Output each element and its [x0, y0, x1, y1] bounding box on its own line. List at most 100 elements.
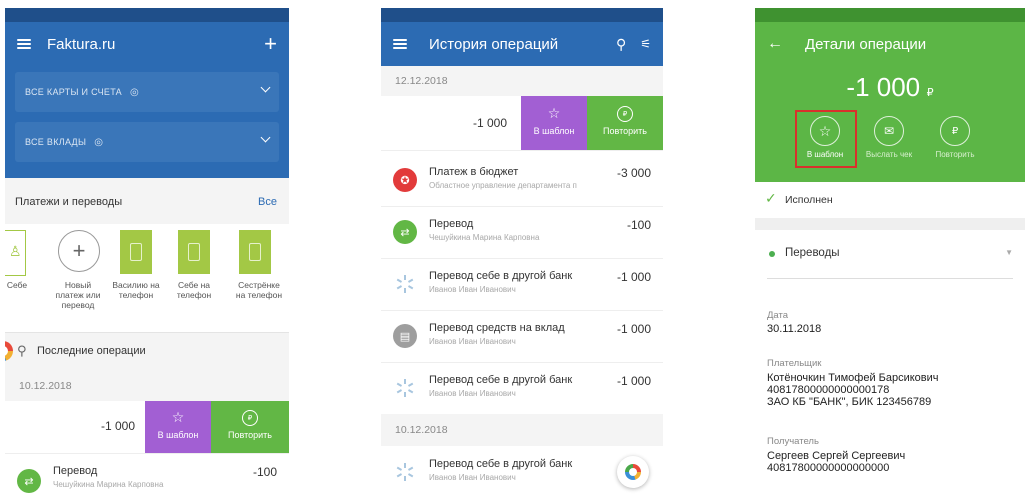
status-text: Исполнен — [785, 194, 833, 206]
category-label: Переводы — [785, 247, 840, 259]
eye-icon[interactable]: ◎ — [94, 137, 103, 148]
repeat-label: Повторить — [603, 126, 647, 136]
all-deposits-dropdown[interactable]: ВСЕ ВКЛАДЫ ◎ — [15, 122, 279, 162]
chevron-down-icon — [260, 132, 271, 143]
date-header: 12.12.2018 — [381, 66, 663, 96]
transfer-icon: ⇄ — [393, 220, 417, 244]
operation-row[interactable]: Перевод себе в другой банк Иванов Иван И… — [381, 362, 663, 415]
operation-row[interactable]: ✪ Платеж в бюджет Областное управление д… — [381, 154, 663, 207]
amount-value: -1 000 — [846, 72, 921, 102]
op-amount: -100 — [626, 218, 651, 232]
payments-title: Платежи и переводы — [15, 196, 123, 208]
eye-icon[interactable]: ◎ — [130, 87, 139, 98]
underline — [767, 278, 1013, 279]
op-sub: Областное управление департамента п — [429, 181, 577, 190]
template-label: В шаблон — [157, 430, 199, 440]
status-bar — [5, 8, 289, 22]
amount-display: -1 000 ₽ — [755, 72, 1025, 103]
template-action[interactable]: ☆ В шаблон — [807, 116, 843, 159]
op-title: Перевод себе в другой банк — [429, 374, 573, 386]
payer-bank: ЗАО КБ "БАНК", БИК 123456789 — [767, 396, 932, 408]
new-payment-button[interactable]: + — [58, 230, 100, 272]
repeat-button[interactable]: ₽ Повторить — [587, 96, 663, 150]
payer-account: 40817800000000000178 — [767, 384, 890, 396]
op-sub: Иванов Иван Иванович — [429, 473, 516, 482]
operation-row[interactable]: ⇄ Перевод Чешуйкина Марина Карповна -100 — [381, 206, 663, 259]
tile-self-phone[interactable] — [178, 230, 210, 274]
date-label: Дата — [767, 310, 789, 321]
op-amount: -3 000 — [616, 166, 651, 180]
tile-vasily[interactable] — [120, 230, 152, 274]
status-row: ✓ Исполнен — [755, 182, 1025, 218]
op-title: Перевод средств на вклад — [429, 322, 565, 334]
spinner-icon — [393, 376, 417, 400]
op-title: Перевод — [429, 218, 474, 230]
tile-self[interactable]: ♙ — [5, 230, 26, 276]
all-cards-label: ВСЕ КАРТЫ И СЧЕТА — [25, 87, 122, 97]
payer-label: Плательщик — [767, 358, 822, 369]
tile-sister[interactable] — [239, 230, 271, 274]
template-button[interactable]: ☆ В шаблон — [145, 401, 211, 453]
template-button[interactable]: ☆ В шаблон — [521, 96, 587, 150]
plus-icon: + — [72, 238, 86, 263]
date-value: 30.11.2018 — [767, 323, 822, 335]
spinner-icon — [393, 272, 417, 296]
send-receipt-action[interactable]: ✉ Выслать чек — [866, 116, 912, 159]
search-icon[interactable]: ⚲ — [17, 343, 27, 359]
op-sub: Иванов Иван Иванович — [429, 285, 516, 294]
status-bar — [755, 8, 1025, 22]
operation-row[interactable]: ⇄ Перевод Чешуйкина Марина Карповна -100 — [5, 455, 289, 502]
send-receipt-label: Выслать чек — [865, 150, 913, 159]
op-title: Платеж в бюджет — [429, 166, 519, 178]
repeat-action[interactable]: ₽ Повторить — [935, 116, 975, 159]
filter-icon[interactable]: ⚟ — [640, 37, 651, 51]
phone-icon — [130, 243, 142, 261]
template-label: В шаблон — [533, 126, 575, 136]
screen-faktura-home: Faktura.ru + ВСЕ КАРТЫ И СЧЕТА ◎ ВСЕ ВКЛ… — [5, 8, 289, 502]
operation-row[interactable]: ▤ Перевод средств на вклад Иванов Иван И… — [381, 310, 663, 363]
recipient-name: Сергеев Сергей Сергеевич — [767, 450, 906, 462]
payer-name: Котёночкин Тимофей Барсикович — [767, 372, 939, 384]
op-title: Перевод — [53, 465, 98, 477]
tile-sister-label: Сестрёнке на телефон — [235, 280, 283, 300]
phone-icon — [188, 243, 200, 261]
tile-self-phone-label: Себе на телефон — [176, 280, 212, 300]
divider — [755, 218, 1025, 230]
repeat-label: Повторить — [228, 430, 272, 440]
operation-row[interactable]: Перевод себе в другой банк Иванов Иван И… — [381, 446, 663, 498]
add-icon[interactable]: + — [264, 31, 277, 57]
operation-row[interactable]: Перевод себе в другой банк Иванов Иван И… — [381, 258, 663, 311]
op-sub: Иванов Иван Иванович — [429, 389, 516, 398]
app-title: Faktura.ru — [47, 35, 116, 53]
template-label: В шаблон — [806, 150, 844, 159]
op-amount: -1 000 — [616, 322, 651, 336]
repeat-icon: ₽ — [242, 410, 258, 426]
category-dropdown[interactable]: Переводы ▼ — [755, 230, 1025, 280]
menu-icon[interactable] — [17, 39, 31, 49]
payments-all-link[interactable]: Все — [258, 196, 277, 208]
menu-icon[interactable] — [393, 39, 407, 49]
repeat-label: Повторить — [935, 150, 975, 159]
op-title: Перевод себе в другой банк — [429, 458, 573, 470]
date-header: 10.12.2018 — [381, 414, 663, 446]
star-icon: ☆ — [810, 116, 840, 146]
analytics-donut-icon[interactable] — [5, 341, 13, 361]
phone-icon — [249, 243, 261, 261]
star-icon: ☆ — [547, 105, 561, 121]
screen-operation-details: ← Детали операции -1 000 ₽ ☆ В шаблон ✉ … — [755, 8, 1025, 502]
back-arrow-icon[interactable]: ← — [767, 35, 783, 53]
repeat-button[interactable]: ₽ Повторить — [211, 401, 289, 453]
spinner-icon — [393, 460, 417, 484]
analytics-fab[interactable] — [617, 456, 649, 488]
op-amount: -100 — [252, 465, 277, 479]
op-amount: -1 000 — [616, 270, 651, 284]
recent-operations-bar[interactable]: ⚲ Последние операции — [5, 332, 289, 371]
tile-self-label: Себе — [6, 280, 28, 290]
transfer-icon: ⇄ — [17, 469, 41, 493]
search-icon[interactable]: ⚲ — [616, 36, 626, 53]
all-cards-dropdown[interactable]: ВСЕ КАРТЫ И СЧЕТА ◎ — [15, 72, 279, 112]
recipient-label: Получатель — [767, 436, 819, 447]
mail-icon: ✉ — [874, 116, 904, 146]
op-sub: Чешуйкина Марина Карповна — [53, 480, 164, 489]
details-title: Детали операции — [805, 35, 927, 53]
